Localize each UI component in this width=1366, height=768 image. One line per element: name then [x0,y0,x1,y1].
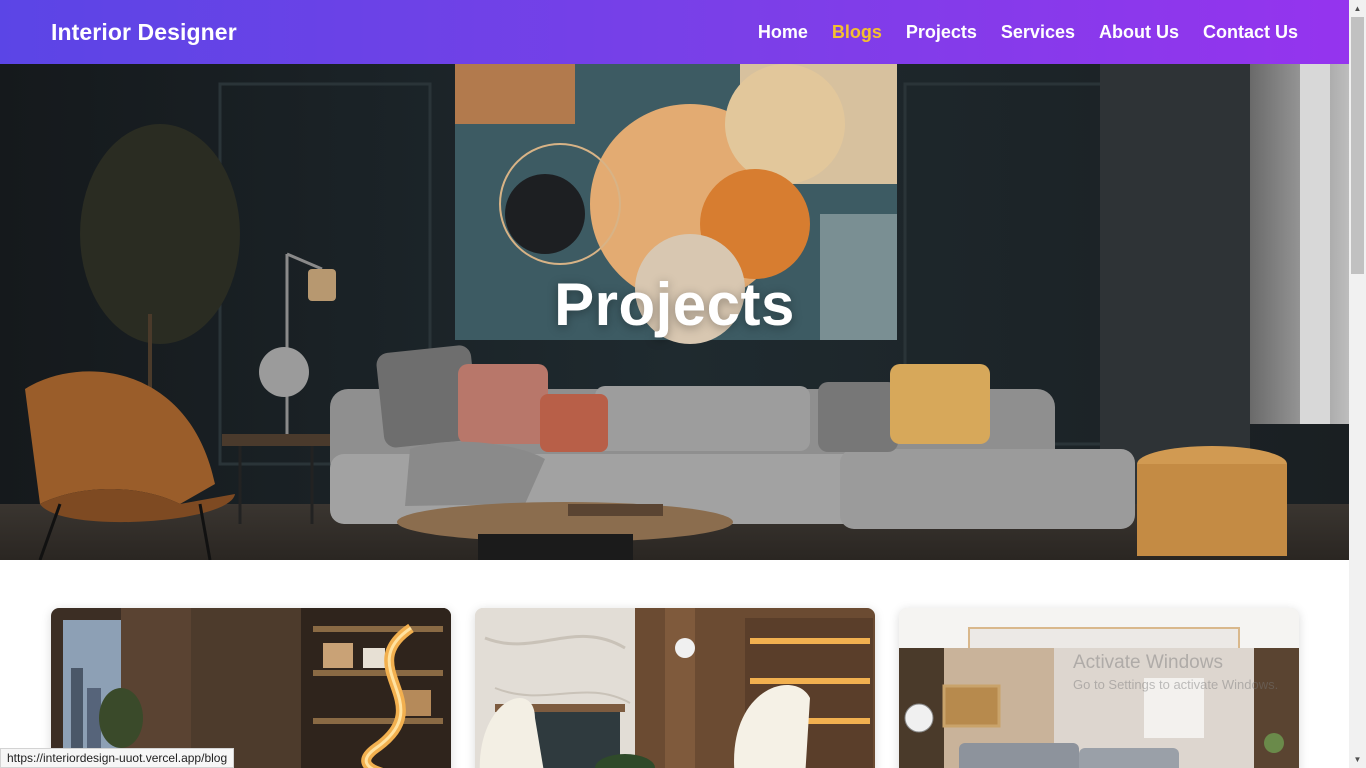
project-card-image [51,608,451,768]
scroll-down-arrow-icon[interactable]: ▼ [1349,751,1366,768]
status-url: https://interiordesign-uuot.vercel.app/b… [0,748,235,768]
project-card[interactable] [899,608,1299,768]
site-header: Interior Designer Home Blogs Projects Se… [0,0,1349,64]
nav-home[interactable]: Home [758,22,808,43]
site-brand[interactable]: Interior Designer [51,19,237,46]
hero-title: Projects [554,271,795,338]
nav-services[interactable]: Services [1001,22,1075,43]
main-nav: Home Blogs Projects Services About Us Co… [734,22,1298,43]
nav-projects[interactable]: Projects [906,22,977,43]
nav-blogs[interactable]: Blogs [832,22,882,43]
nav-contact-us[interactable]: Contact Us [1203,22,1298,43]
project-card-image [899,608,1299,768]
browser-viewport: Interior Designer Home Blogs Projects Se… [0,0,1366,768]
projects-grid [51,608,1299,768]
page-scrollbar[interactable]: ▲ ▼ [1349,0,1366,768]
project-card[interactable] [51,608,451,768]
project-card[interactable] [475,608,875,768]
scrollbar-thumb[interactable] [1351,17,1364,274]
hero-banner: Projects [0,64,1349,560]
scroll-up-arrow-icon[interactable]: ▲ [1349,0,1366,17]
project-card-image [475,608,875,768]
nav-about-us[interactable]: About Us [1099,22,1179,43]
